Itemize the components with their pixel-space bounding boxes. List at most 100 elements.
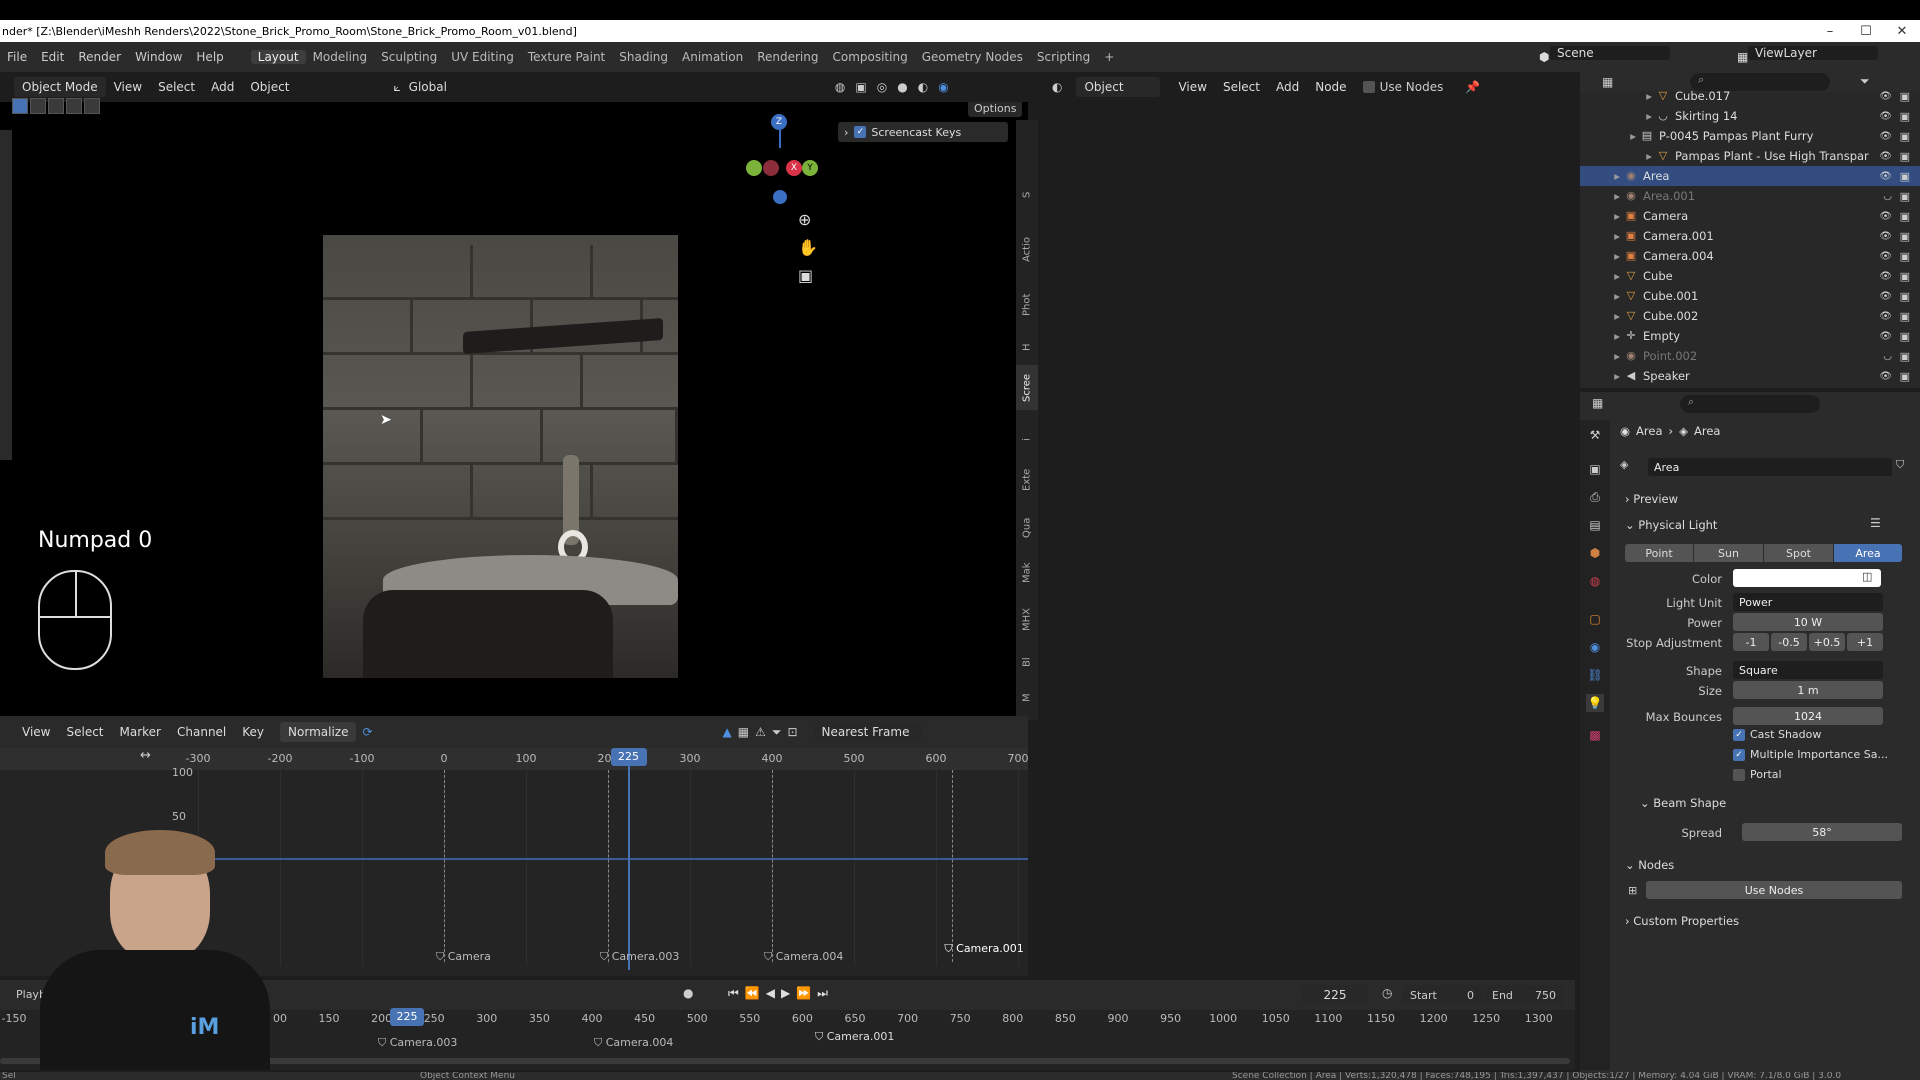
outliner-row[interactable]: ▸ ◉ Area 👁 ▣ [1580,166,1920,186]
outliner-row[interactable]: ▸ ▽ Cube.001 👁 ▣ [1580,286,1920,306]
minimize-button[interactable]: – [1812,20,1848,42]
select-intersect-icon[interactable] [84,98,100,114]
light-datablock-field[interactable]: Area [1648,458,1892,476]
sidebar-tab[interactable]: Exte [1016,460,1038,500]
sidebar-tab[interactable]: H [1016,335,1038,360]
filter-icon[interactable]: ⏷ [772,725,782,740]
custom-properties-panel-header[interactable]: › Custom Properties [1625,914,1739,928]
graph-key-menu[interactable]: Key [234,722,272,742]
cast-shadow-row[interactable]: ✓ Cast Shadow [1733,728,1821,741]
nodes-panel-header[interactable]: ⌄ Nodes [1625,858,1674,872]
eyedropper-icon[interactable]: ◫ [1862,570,1872,583]
light-color-swatch[interactable] [1733,569,1881,587]
material-shading-icon[interactable]: ◐ [918,80,928,94]
render-camera-icon[interactable]: ▣ [1900,230,1910,243]
timeline-marker-camera-004[interactable]: ⛉ Camera.004 [594,1036,673,1050]
playback-controls[interactable]: ⏮⏪◀▶⏩⏭ [728,986,834,1001]
graph-select-menu[interactable]: Select [58,722,111,742]
graph-marker-menu[interactable]: Marker [112,722,169,742]
render-camera-icon[interactable]: ▣ [1900,270,1910,283]
tab-animation[interactable]: Animation [675,50,750,64]
render-camera-icon[interactable]: ▣ [1900,190,1910,203]
maximize-button[interactable]: ☐ [1848,20,1884,42]
render-camera-icon[interactable]: ▣ [1900,310,1910,323]
viewport-options-dropdown[interactable]: Options [968,102,1023,117]
graph-frame-ruler[interactable] [0,748,1028,770]
shape-dropdown[interactable]: Square [1733,661,1883,679]
visibility-eye-icon[interactable]: ◡ [1883,191,1892,202]
tab-shading[interactable]: Shading [612,50,675,64]
pivot-icon[interactable]: ⊡ [787,725,797,740]
start-frame-field[interactable]: Start 0 [1402,985,1482,1005]
outliner-row[interactable]: ▸ ▤ P-0045 Pampas Plant Furry 👁 ▣ [1580,126,1920,146]
outliner-row[interactable]: ▸ ▽ Cube.017 👁 ▣ [1580,86,1920,106]
constraints-tab-icon[interactable]: ⛓ [1586,666,1604,684]
object-tab-icon[interactable]: ▢ [1586,610,1604,628]
sidebar-tab[interactable]: Phot [1016,285,1038,325]
timeline-marker-camera-003[interactable]: ⛉ Camera.003 [378,1036,457,1050]
light-type-point[interactable]: Point [1625,544,1693,562]
viewport-view-menu[interactable]: View [106,77,150,97]
tab-compositing[interactable]: Compositing [825,50,914,64]
stop-minus-half-button[interactable]: -0.5 [1771,633,1807,651]
sidebar-tab[interactable]: Mak [1016,555,1038,590]
outliner-row[interactable]: ▸ ◉ Point.002 ◡ ▣ [1580,346,1920,366]
graph-marker[interactable]: ⛉ Camera.001 [944,942,1023,956]
visibility-eye-icon[interactable]: 👁 [1879,311,1892,322]
expand-arrow-icon[interactable]: ▸ [1580,249,1624,263]
add-workspace-button[interactable]: + [1097,50,1121,64]
visibility-eye-icon[interactable]: ◡ [1883,351,1892,362]
expand-arrow-icon[interactable]: ▸ [1580,89,1656,103]
select-extend-icon[interactable] [30,98,46,114]
expand-arrow-icon[interactable]: ▸ [1580,129,1640,143]
expand-arrow-icon[interactable]: ▸ [1580,209,1624,223]
expand-arrow-icon[interactable]: ▸ [1580,169,1624,183]
sidebar-tab[interactable]: S [1016,180,1038,210]
node-editor-canvas[interactable] [1040,102,1575,980]
menu-edit[interactable]: Edit [34,50,71,64]
outliner-row[interactable]: ▸ ◉ Area.001 ◡ ▣ [1580,186,1920,206]
gizmo-z-axis[interactable]: Z [771,114,787,130]
presets-list-icon[interactable]: ☰ [1870,516,1881,530]
visibility-eye-icon[interactable]: 👁 [1879,231,1892,242]
graph-view-menu[interactable]: View [14,722,58,742]
record-icon[interactable]: ● [683,986,693,1000]
expand-arrow-icon[interactable]: ▸ [1580,269,1624,283]
render-camera-icon[interactable]: ▣ [1900,210,1910,223]
outliner-row[interactable]: ▸ ◡ Skirting 14 👁 ▣ [1580,106,1920,126]
select-subtract-icon[interactable] [48,98,64,114]
horizontal-scale-icon[interactable]: ↔ [140,748,151,763]
visibility-eye-icon[interactable]: 👁 [1879,371,1892,382]
gizmo-neg-z-axis[interactable] [773,190,787,204]
tab-scripting[interactable]: Scripting [1030,50,1097,64]
visibility-eye-icon[interactable]: 👁 [1879,271,1892,282]
sidebar-tab[interactable]: Bl [1016,650,1038,675]
normalize-toggle[interactable]: Normalize [280,722,357,742]
physical-light-panel-header[interactable]: ⌄ Physical Light [1625,518,1717,532]
render-camera-icon[interactable]: ▣ [1900,370,1910,383]
outliner-row[interactable]: ▸ ▣ Camera.001 👁 ▣ [1580,226,1920,246]
select-invert-icon[interactable] [66,98,82,114]
tab-uv-editing[interactable]: UV Editing [444,50,521,64]
object-mode-dropdown[interactable]: Object Mode [14,77,106,97]
visibility-eye-icon[interactable]: 👁 [1879,251,1892,262]
3d-viewport[interactable]: ➤ Numpad 0 Z X Y ⊕ ✋ ▣ › ✓ Screencast Ke… [0,102,1028,716]
outliner-row[interactable]: ▸ ▣ Camera.004 👁 ▣ [1580,246,1920,266]
stop-plus-half-button[interactable]: +0.5 [1809,633,1845,651]
visibility-eye-icon[interactable]: 👁 [1879,171,1892,182]
render-camera-icon[interactable]: ▣ [1900,330,1910,343]
spread-field[interactable]: 58° [1742,823,1902,841]
snap-mode-dropdown[interactable]: Nearest Frame [813,722,922,742]
sidebar-tab[interactable]: Actio [1016,230,1038,270]
render-camera-icon[interactable]: ▣ [1900,290,1910,303]
graph-channel-menu[interactable]: Channel [169,722,234,742]
graph-current-frame[interactable]: 225 [610,748,647,766]
portal-checkbox[interactable] [1733,769,1745,781]
sidebar-tab[interactable]: M [1016,685,1038,710]
outliner-row[interactable]: ▸ ✛ Empty 👁 ▣ [1580,326,1920,346]
properties-search-input[interactable]: ⌕ [1680,395,1820,413]
close-button[interactable]: ✕ [1884,20,1920,42]
camera-view-icon[interactable]: ▣ [798,266,813,285]
render-camera-icon[interactable]: ▣ [1900,110,1910,123]
rendered-shading-icon[interactable]: ◉ [938,80,948,94]
